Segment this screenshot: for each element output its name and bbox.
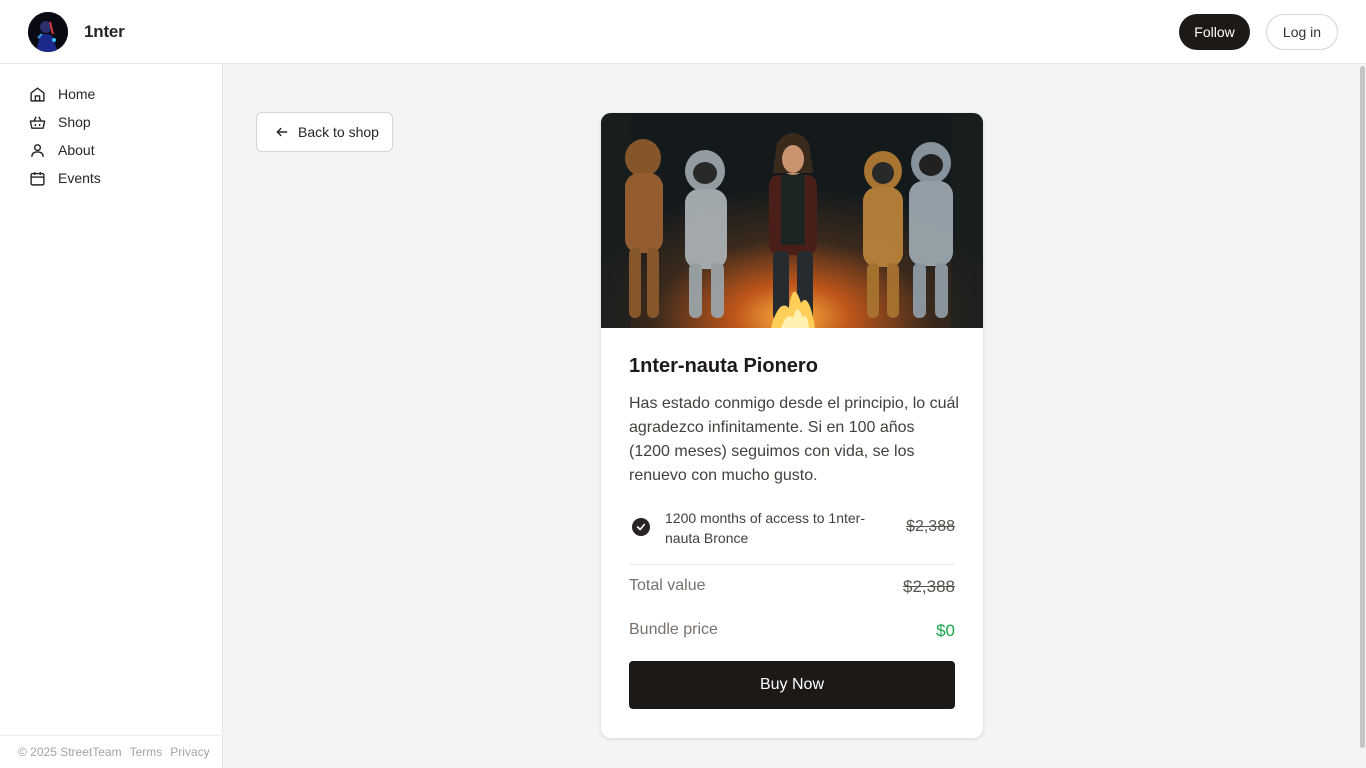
product-description: Has estado conmigo desde el principio, l…	[629, 395, 959, 484]
basket-icon	[28, 113, 46, 131]
sidebar: Home Shop About Events © 2025 StreetTeam…	[0, 64, 223, 768]
check-circle-icon	[632, 518, 650, 536]
scrollbar[interactable]	[1360, 66, 1365, 748]
bundle-item-price: $2,388	[906, 518, 955, 535]
total-value: $2,388	[903, 577, 955, 596]
divider	[629, 564, 955, 565]
user-icon	[28, 141, 46, 159]
sidebar-item-label: About	[58, 142, 95, 158]
calendar-icon	[28, 169, 46, 187]
back-label: Back to shop	[298, 124, 379, 140]
terms-link[interactable]: Terms	[130, 745, 163, 759]
brand-avatar[interactable]	[28, 12, 68, 52]
sidebar-item-label: Home	[58, 86, 96, 102]
follow-button[interactable]: Follow	[1179, 14, 1250, 50]
product-title: 1nter-nauta Pionero	[629, 355, 818, 377]
brand-name[interactable]: 1nter	[84, 22, 125, 42]
sidebar-footer: © 2025 StreetTeam Terms Privacy	[0, 735, 223, 768]
login-button[interactable]: Log in	[1266, 14, 1338, 50]
privacy-link[interactable]: Privacy	[170, 745, 209, 759]
bundle-price-label: Bundle price	[629, 621, 718, 638]
sidebar-item-home[interactable]: Home	[0, 80, 223, 108]
total-value-label: Total value	[629, 577, 706, 594]
home-icon	[28, 85, 46, 103]
product-image	[601, 113, 983, 328]
sidebar-item-about[interactable]: About	[0, 136, 223, 164]
back-to-shop-button[interactable]: Back to shop	[256, 112, 393, 152]
arrow-left-icon	[275, 125, 289, 139]
sidebar-item-label: Shop	[58, 114, 91, 130]
sidebar-item-label: Events	[58, 170, 101, 186]
sidebar-item-shop[interactable]: Shop	[0, 108, 223, 136]
product-card: 1nter-nauta Pionero Has estado conmigo d…	[601, 113, 983, 738]
top-bar: 1nter Follow Log in	[0, 0, 1366, 64]
bundle-item: 1200 months of access to 1nter-nauta Bro…	[629, 508, 955, 553]
copyright-text: © 2025 StreetTeam	[18, 745, 122, 759]
bundle-item-text: 1200 months of access to 1nter-nauta Bro…	[665, 510, 865, 546]
sidebar-item-events[interactable]: Events	[0, 164, 223, 192]
buy-now-button[interactable]: Buy Now	[629, 661, 955, 709]
bundle-price-value: $0	[936, 621, 955, 640]
